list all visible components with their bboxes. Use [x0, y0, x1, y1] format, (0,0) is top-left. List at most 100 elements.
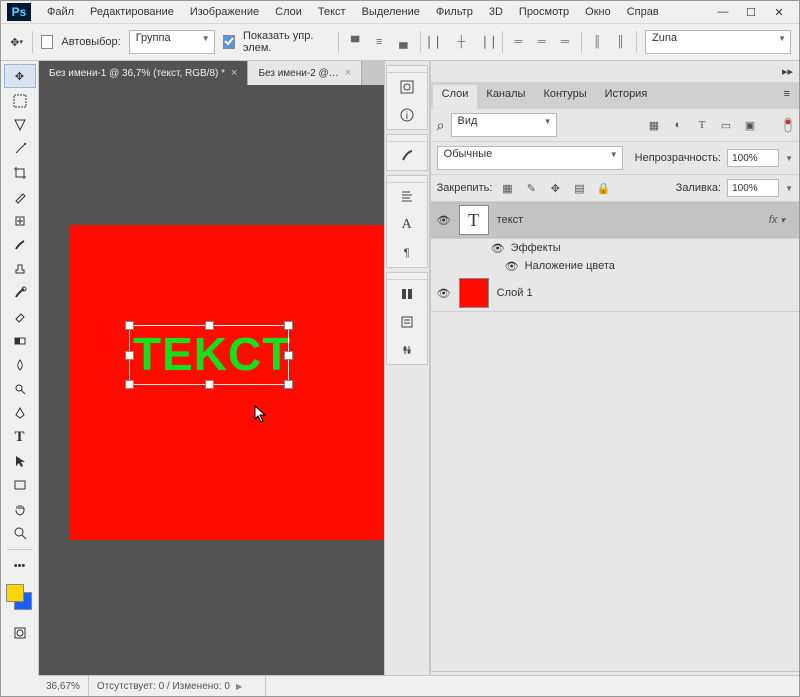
distribute-vcenter-icon[interactable]: ═ [534, 33, 549, 51]
filter-image-icon[interactable]: ▦ [645, 116, 663, 134]
lock-all-icon[interactable]: 🔒 [594, 179, 612, 197]
filter-adjust-icon[interactable]: ◐ [669, 116, 687, 134]
edit-toolbar-icon[interactable]: ••• [8, 555, 32, 577]
lock-pixels-icon[interactable]: ▦ [498, 179, 516, 197]
autoselect-checkbox[interactable] [41, 35, 53, 49]
brushes-panel-icon[interactable] [396, 145, 418, 167]
character-panel-icon[interactable]: A [396, 214, 418, 236]
blur-tool[interactable] [8, 354, 32, 376]
chevron-down-icon[interactable]: ▼ [785, 184, 793, 193]
marquee-tool[interactable] [8, 90, 32, 112]
layers-panel-tab[interactable]: Слои [433, 85, 478, 109]
stamp-tool[interactable] [8, 258, 32, 280]
artboard[interactable]: TEKCT [69, 225, 384, 540]
transform-selection[interactable]: TEKCT [129, 325, 289, 385]
shape-tool[interactable] [8, 474, 32, 496]
lasso-tool[interactable] [8, 114, 32, 136]
close-tab-icon[interactable]: × [345, 67, 351, 79]
gradient-tool[interactable] [8, 330, 32, 352]
hand-tool[interactable] [8, 498, 32, 520]
visibility-toggle-icon[interactable]: 👁 [505, 260, 519, 273]
zoom-level[interactable]: 36,67% [38, 676, 89, 696]
fx-effects-label[interactable]: Эффекты [511, 242, 561, 254]
window-minimize-button[interactable]: — [709, 1, 737, 23]
paths-panel-tab[interactable]: Контуры [534, 85, 595, 109]
opacity-input[interactable]: 100% [727, 149, 779, 167]
align-right-icon[interactable]: ▕▕ [477, 33, 494, 51]
layer-filter-select[interactable]: Вид [451, 113, 557, 137]
lock-paint-icon[interactable]: ✎ [522, 179, 540, 197]
canvas-area[interactable]: TEKCT [39, 85, 384, 696]
align-vcenter-icon[interactable]: ≡ [372, 33, 387, 51]
visibility-toggle-icon[interactable]: 👁 [491, 242, 505, 255]
menu-file[interactable]: Файл [39, 4, 82, 20]
quickmask-tool[interactable] [8, 622, 32, 644]
fx-badge[interactable]: fx ▾ [769, 214, 785, 226]
lock-position-icon[interactable]: ✥ [546, 179, 564, 197]
distribute-top-icon[interactable]: ═ [511, 33, 526, 51]
document-tab-2[interactable]: Без имени-2 @… × [248, 61, 362, 85]
menu-filter[interactable]: Фильтр [428, 4, 481, 20]
fx-coloroverlay-label[interactable]: Наложение цвета [525, 260, 615, 272]
channels-panel-tab[interactable]: Каналы [477, 85, 534, 109]
status-info[interactable]: Отсутствует: 0 / Изменено: 0 ▶ [89, 676, 266, 696]
chevron-down-icon[interactable]: ▼ [785, 154, 793, 163]
dodge-tool[interactable] [8, 378, 32, 400]
align-top-icon[interactable]: ▝▘ [347, 33, 364, 51]
info-panel-icon[interactable]: i [396, 104, 418, 126]
menu-text[interactable]: Текст [310, 4, 354, 20]
healing-tool[interactable] [8, 210, 32, 232]
history-panel-icon[interactable] [396, 76, 418, 98]
menu-view[interactable]: Просмотр [511, 4, 577, 20]
visibility-toggle-icon[interactable]: 👁 [437, 287, 451, 300]
paragraph-panel-icon[interactable] [396, 186, 418, 208]
adjustments-panel-icon[interactable] [396, 339, 418, 361]
history-panel-tab[interactable]: История [596, 85, 657, 109]
align-left-icon[interactable]: ▏▏ [429, 33, 446, 51]
font-preset-select[interactable]: Zuna [645, 30, 791, 54]
distribute-bottom-icon[interactable]: ═ [557, 33, 572, 51]
menu-layers[interactable]: Слои [267, 4, 310, 20]
glyphs-panel-icon[interactable]: ¶ [396, 242, 418, 264]
collapse-panels-icon[interactable]: ▸▸ [782, 65, 793, 78]
eyedropper-tool[interactable] [8, 186, 32, 208]
filter-type-icon[interactable]: T [693, 116, 711, 134]
path-select-tool[interactable] [8, 450, 32, 472]
menu-image[interactable]: Изображение [182, 4, 267, 20]
menu-edit[interactable]: Редактирование [82, 4, 182, 20]
crop-tool[interactable] [8, 162, 32, 184]
history-brush-tool[interactable] [8, 282, 32, 304]
layer-row-text[interactable]: 👁 T текст fx ▾ [431, 202, 799, 239]
menu-3d[interactable]: 3D [481, 4, 511, 20]
layer-row-1[interactable]: 👁 Слой 1 [431, 275, 799, 312]
chevron-right-icon[interactable]: ▶ [236, 682, 242, 691]
libraries-panel-icon[interactable] [396, 283, 418, 305]
show-controls-checkbox[interactable] [223, 35, 235, 49]
layer-name[interactable]: Слой 1 [497, 287, 533, 299]
window-close-button[interactable]: ✕ [765, 1, 793, 23]
filter-smart-icon[interactable]: ▣ [741, 116, 759, 134]
align-hcenter-icon[interactable]: ┼ [454, 33, 469, 51]
pen-tool[interactable] [8, 402, 32, 424]
layer-name[interactable]: текст [497, 214, 524, 226]
panel-menu-icon[interactable]: ≡ [775, 85, 799, 109]
visibility-toggle-icon[interactable]: 👁 [437, 214, 451, 227]
text-layer-content[interactable]: TEKCT [129, 325, 289, 377]
blend-mode-select[interactable]: Обычные [437, 146, 623, 170]
document-tab-1[interactable]: Без имени-1 @ 36,7% (текст, RGB/8) * × [39, 61, 248, 85]
eraser-tool[interactable] [8, 306, 32, 328]
lock-artboard-icon[interactable]: ▤ [570, 179, 588, 197]
move-tool[interactable]: ✥ [4, 64, 36, 88]
magic-wand-tool[interactable] [8, 138, 32, 160]
autoselect-mode-select[interactable]: Группа [129, 30, 215, 54]
brush-tool[interactable] [8, 234, 32, 256]
fg-color-swatch[interactable] [6, 584, 24, 602]
color-swatches[interactable] [6, 584, 34, 612]
fill-input[interactable]: 100% [727, 179, 779, 197]
zoom-tool[interactable] [8, 522, 32, 544]
distribute-left-icon[interactable]: ║ [590, 33, 605, 51]
filter-shape-icon[interactable]: ▭ [717, 116, 735, 134]
menu-window[interactable]: Окно [577, 4, 619, 20]
notes-panel-icon[interactable] [396, 311, 418, 333]
type-tool[interactable]: T [8, 426, 32, 448]
